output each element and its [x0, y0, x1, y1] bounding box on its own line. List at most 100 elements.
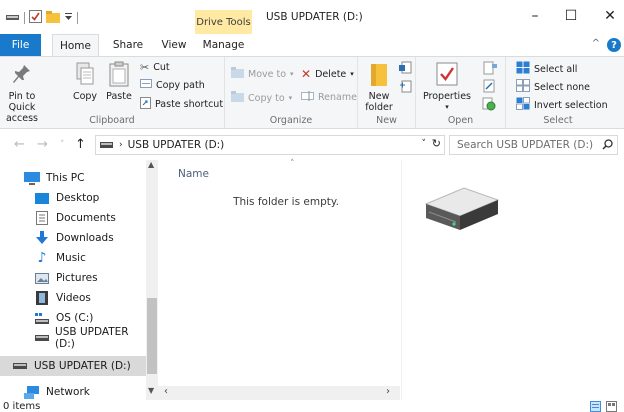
horizontal-scrollbar[interactable]: ‹ ›	[158, 386, 400, 400]
column-header-name[interactable]: Name	[178, 168, 209, 180]
paste-shortcut-label: Paste shortcut	[155, 99, 224, 110]
new-folder-icon	[370, 61, 388, 90]
tab-share[interactable]: Share	[108, 34, 148, 56]
properties-qat-icon[interactable]	[29, 10, 42, 26]
downloads-icon	[34, 231, 50, 245]
nav-item-network[interactable]: Network	[0, 382, 146, 402]
usb-drive-icon	[34, 331, 49, 345]
open-group: Properties ▾ Open	[416, 57, 506, 129]
nav-item-downloads[interactable]: Downloads	[0, 228, 146, 248]
open-group-label: Open	[447, 115, 474, 126]
nav-label: This PC	[46, 172, 85, 184]
nav-item-pictures[interactable]: Pictures	[0, 268, 146, 288]
select-none-button[interactable]: Select none	[516, 79, 590, 95]
address-drive-icon	[100, 141, 114, 149]
clipboard-group-label: Clipboard	[89, 115, 135, 126]
move-to-label: Move to	[248, 68, 287, 80]
easy-access-icon[interactable]	[399, 79, 413, 96]
empty-folder-message: This folder is empty.	[233, 196, 339, 208]
nav-item-usb-updater-selected[interactable]: USB UPDATER (D:)	[0, 356, 146, 376]
window-drive-icon[interactable]	[6, 12, 20, 25]
minimize-button[interactable]: –	[522, 6, 548, 26]
help-icon[interactable]: ?	[607, 38, 621, 52]
pictures-icon	[34, 271, 50, 285]
window-title: USB UPDATER (D:)	[266, 11, 363, 23]
properties-button[interactable]: Properties ▾	[422, 61, 472, 113]
qat-separator	[24, 12, 25, 24]
search-input[interactable]: Search USB UPDATER (D:)	[449, 135, 618, 155]
new-group-label: New	[376, 115, 397, 126]
nav-scrollbar[interactable]: ▲ ▼	[146, 160, 158, 400]
nav-item-music[interactable]: ♪ Music	[0, 248, 146, 268]
collapse-ribbon-icon[interactable]: ^	[592, 38, 600, 49]
nav-item-documents[interactable]: Documents	[0, 208, 146, 228]
scroll-right-icon[interactable]: ›	[386, 386, 390, 397]
customize-qat-icon[interactable]	[64, 12, 73, 25]
copy-to-button[interactable]: Copy to ▾	[231, 91, 292, 105]
maximize-button[interactable]: ☐	[558, 6, 584, 26]
scroll-down-icon[interactable]: ▼	[148, 386, 154, 395]
breadcrumb[interactable]: USB UPDATER (D:)	[128, 139, 225, 151]
paste-shortcut-button[interactable]: Paste shortcut	[140, 97, 223, 112]
up-arrow-icon[interactable]: ↑	[75, 137, 86, 152]
rename-button[interactable]: Rename	[301, 91, 357, 104]
nav-label: Network	[46, 386, 90, 398]
nav-item-videos[interactable]: Videos	[0, 288, 146, 308]
scroll-left-icon[interactable]: ‹	[164, 386, 168, 397]
desktop-icon	[34, 191, 50, 205]
large-icons-view-icon[interactable]	[606, 401, 617, 412]
nav-label: Pictures	[56, 272, 98, 284]
clipboard-group: Pin to Quick access Copy Paste ✂ Cut Cop…	[0, 57, 225, 129]
scroll-up-icon[interactable]: ▲	[148, 160, 154, 169]
back-arrow-icon[interactable]: ←	[14, 137, 25, 152]
nav-item-usb-updater[interactable]: USB UPDATER (D:)	[0, 326, 146, 350]
details-view-icon[interactable]	[590, 401, 601, 412]
nav-label: Videos	[56, 292, 91, 304]
tab-file[interactable]: File	[0, 34, 41, 56]
history-icon[interactable]	[482, 97, 496, 114]
copy-to-label: Copy to	[248, 92, 285, 104]
copy-to-dropdown-icon: ▾	[288, 94, 293, 102]
documents-icon	[34, 211, 50, 225]
new-folder-qat-icon[interactable]	[46, 10, 60, 26]
copy-path-label: Copy path	[156, 79, 205, 91]
status-bar: 0 items	[0, 400, 624, 412]
select-none-icon	[516, 79, 530, 95]
delete-dropdown-icon: ▾	[350, 70, 354, 78]
new-item-icon[interactable]	[399, 61, 413, 78]
nav-item-os-drive[interactable]: OS (C:)	[0, 308, 146, 328]
copy-path-icon	[140, 79, 152, 91]
organize-group-label: Organize	[269, 115, 313, 126]
nav-scrollbar-thumb[interactable]	[147, 298, 157, 374]
search-icon[interactable]	[602, 139, 613, 153]
recent-locations-icon[interactable]: ˅	[60, 140, 65, 150]
nav-item-desktop[interactable]: Desktop	[0, 188, 146, 208]
open-icon[interactable]	[482, 61, 498, 78]
copy-button[interactable]: Copy	[70, 61, 100, 102]
nav-item-this-pc[interactable]: This PC	[0, 168, 146, 188]
paste-label: Paste	[106, 91, 132, 102]
select-all-label: Select all	[534, 63, 578, 75]
delete-button[interactable]: ✕ Delete ▾	[301, 67, 354, 81]
select-all-button[interactable]: Select all	[516, 61, 577, 77]
tab-manage[interactable]: Manage	[195, 34, 252, 56]
close-button[interactable]: ✕	[597, 6, 623, 26]
organize-group: Move to ▾ ✕ Delete ▾ Copy to ▾ Rename Or…	[225, 57, 358, 129]
ribbon-tabs: File Home Share View Manage ^ ?	[0, 34, 624, 57]
copy-path-button[interactable]: Copy path	[140, 79, 205, 91]
refresh-icon[interactable]: ↻	[432, 137, 441, 150]
invert-selection-button[interactable]: Invert selection	[516, 97, 608, 113]
new-folder-button[interactable]: New folder	[364, 61, 394, 113]
cut-button[interactable]: ✂ Cut	[140, 61, 170, 74]
address-bar[interactable]: › USB UPDATER (D:) ˅ ↻	[95, 135, 445, 155]
paste-button[interactable]: Paste	[104, 61, 134, 102]
copy-to-icon	[231, 91, 244, 105]
forward-arrow-icon[interactable]: →	[37, 137, 48, 152]
move-to-button[interactable]: Move to ▾	[231, 67, 294, 81]
address-dropdown-icon[interactable]: ˅	[422, 139, 427, 149]
tab-view[interactable]: View	[158, 34, 190, 56]
tab-home[interactable]: Home	[52, 34, 99, 57]
ribbon: Pin to Quick access Copy Paste ✂ Cut Cop…	[0, 56, 624, 129]
edit-icon[interactable]	[482, 79, 496, 96]
music-icon: ♪	[37, 250, 47, 266]
